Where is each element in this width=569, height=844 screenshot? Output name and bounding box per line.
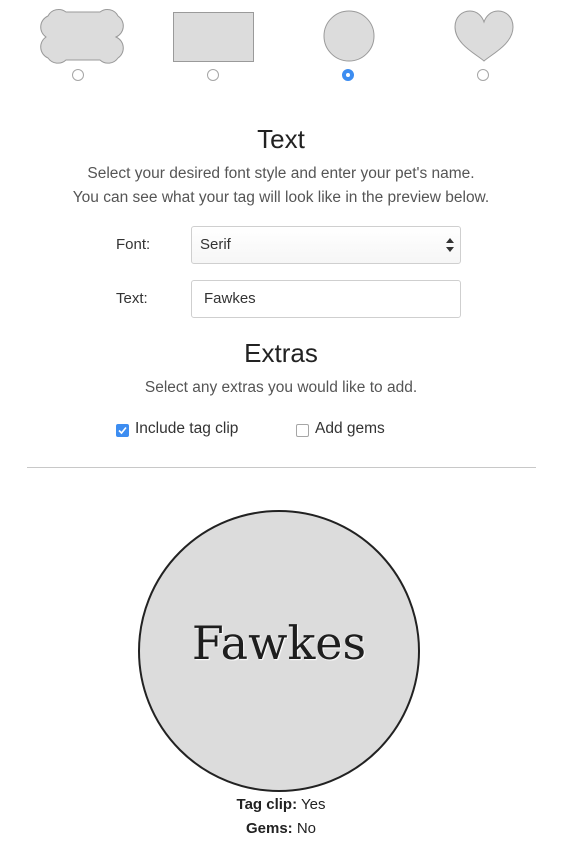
tag-clip-checkbox[interactable] (116, 424, 129, 437)
tag-text-input-value: Fawkes (204, 290, 256, 307)
tag-clip-label[interactable]: Include tag clip (135, 420, 238, 438)
shape-radio-bone[interactable] (72, 69, 84, 81)
text-section-description-line1: Select your desired font style and enter… (87, 165, 475, 182)
gems-label[interactable]: Add gems (315, 420, 385, 438)
font-select[interactable]: Serif (191, 226, 461, 264)
shape-option-circle[interactable] (300, 0, 410, 90)
bone-shape-icon (40, 9, 124, 64)
section-divider (27, 467, 536, 468)
gems-summary-label: Gems: (245, 820, 293, 837)
tag-designer-page: Text Select your desired font style and … (0, 0, 569, 844)
shape-option-rectangle[interactable] (160, 0, 270, 90)
shape-radio-heart[interactable] (477, 69, 489, 81)
checkmark-icon (118, 426, 127, 435)
shape-radio-rectangle[interactable] (207, 69, 219, 81)
gems-summary: Gems: No (0, 820, 562, 837)
extras-section-description: Select any extras you would like to add. (144, 379, 418, 396)
gems-summary-value: No (296, 820, 317, 837)
tag-preview: Fawkes (138, 510, 420, 792)
font-label: Font: (116, 236, 151, 253)
tag-preview-text: Fawkes (191, 616, 367, 670)
shape-option-heart[interactable] (440, 0, 550, 90)
shape-option-bone[interactable] (30, 0, 140, 90)
tag-clip-summary-value: Yes (300, 796, 326, 813)
extras-section-heading: Extras (244, 338, 318, 368)
heart-shape-icon (454, 10, 514, 62)
font-select-value: Serif (200, 236, 231, 253)
tag-text-input[interactable]: Fawkes (191, 280, 461, 318)
tag-clip-summary-label: Tag clip: (236, 796, 298, 813)
text-label: Text: (116, 290, 148, 307)
rectangle-shape-icon (173, 12, 254, 62)
select-arrows-icon (446, 238, 454, 252)
circle-shape-icon (323, 10, 375, 62)
tag-clip-summary: Tag clip: Yes (0, 796, 562, 813)
text-section-heading: Text (257, 124, 305, 154)
shape-radio-circle[interactable] (342, 69, 354, 81)
gems-checkbox[interactable] (296, 424, 309, 437)
text-section-description-line2: You can see what your tag will look like… (72, 189, 490, 206)
